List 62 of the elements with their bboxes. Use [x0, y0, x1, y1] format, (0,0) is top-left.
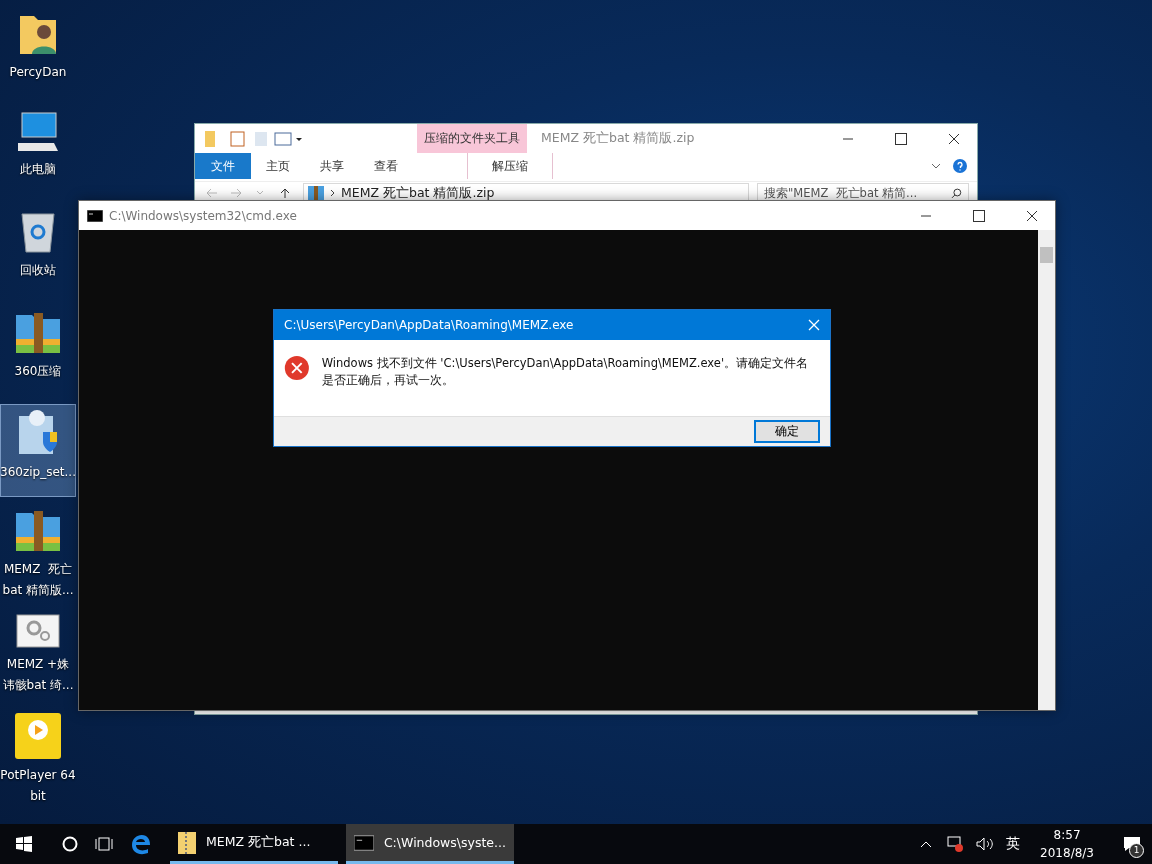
- desktop-icon-label: bat 精简版...: [2, 582, 74, 599]
- zipped-folder-icon: [178, 831, 196, 854]
- desktop-icon[interactable]: 回收站: [0, 206, 76, 299]
- gear-document-icon: [16, 614, 60, 648]
- ribbon-tab[interactable]: 解压缩: [467, 153, 553, 179]
- chevron-right-icon: [330, 189, 335, 197]
- desktop-icon[interactable]: MEMZ 死亡 bat 精简版...: [0, 503, 76, 604]
- ribbon-tab[interactable]: 查看: [359, 153, 413, 179]
- contextual-tab-group: 压缩的文件夹工具: [417, 124, 527, 153]
- scrollbar[interactable]: [1038, 230, 1055, 710]
- search-circle-icon[interactable]: [62, 836, 78, 852]
- desktop-icon-label: 360压缩: [14, 363, 62, 380]
- chevron-down-icon[interactable]: [931, 163, 941, 169]
- desktop-icon-label: MEMZ 死亡: [3, 561, 73, 578]
- taskbar-app[interactable]: MEMZ 死亡bat ...: [170, 824, 338, 864]
- desktop-icon[interactable]: PercyDan: [0, 8, 76, 101]
- close-icon[interactable]: [948, 132, 960, 145]
- notification-center[interactable]: 1: [1112, 824, 1152, 864]
- error-message: Windows 找不到文件 'C:\Users\PercyDan\AppData\Roaming\MEMZ.exe'。请确定文件名是否正确后，再试一次。: [321, 355, 810, 389]
- computer-icon: [16, 111, 60, 153]
- clock[interactable]: 8:57 2018/8/3: [1040, 826, 1094, 862]
- maximize-icon[interactable]: [895, 132, 907, 145]
- desktop-icon[interactable]: MEMZ +姝 讳骸bat 绮...: [0, 610, 76, 703]
- desktop-icon[interactable]: 此电脑: [0, 107, 76, 200]
- desktop-icon[interactable]: 360zip_set...: [0, 404, 76, 497]
- maximize-icon[interactable]: [973, 209, 985, 222]
- search-icon: [951, 187, 962, 199]
- desktop-icon-label: MEMZ +姝: [6, 656, 70, 673]
- console-icon: [87, 209, 103, 222]
- search-field[interactable]: 搜索"MEMZ 死亡bat 精简...: [757, 183, 969, 203]
- notification-count: 1: [1129, 843, 1144, 858]
- help-icon[interactable]: [953, 159, 967, 173]
- desktop-icon[interactable]: 360压缩: [0, 305, 76, 398]
- desktop-icon-label: PotPlayer 64: [0, 767, 76, 784]
- speaker-icon[interactable]: [976, 837, 995, 851]
- dialog-title: C:\Users\PercyDan\AppData\Roaming\MEMZ.exe: [284, 318, 574, 332]
- desktop-icon-label: 讳骸bat 绮...: [2, 677, 74, 694]
- desktop-icon-label: 360zip_set...: [0, 464, 76, 481]
- player-app-icon: [15, 713, 61, 759]
- chevron-up-icon[interactable]: [920, 840, 933, 848]
- windows-start-icon[interactable]: [16, 836, 32, 852]
- window-title: MEMZ 死亡bat 精简版.zip: [541, 130, 696, 147]
- input-method-indicator[interactable]: 英: [1006, 835, 1021, 853]
- window-title: C:\Windows\system32\cmd.exe: [109, 208, 297, 223]
- address-path: MEMZ 死亡bat 精简版.zip: [341, 184, 495, 202]
- desktop-icon-label: PercyDan: [9, 64, 67, 81]
- taskbar-app[interactable]: C:\Windows\syste...: [346, 824, 514, 864]
- file-tab[interactable]: 文件: [195, 153, 251, 179]
- task-view-icon[interactable]: [94, 837, 114, 851]
- console-icon: [354, 834, 374, 851]
- network-disconnected-icon[interactable]: [944, 836, 965, 852]
- desktop-icon-label: 此电脑: [20, 161, 56, 178]
- close-icon[interactable]: [1026, 209, 1038, 222]
- archive-icon: [308, 186, 324, 200]
- desktop-icon[interactable]: PotPlayer 64 bit: [0, 709, 76, 810]
- recycle-bin-icon: [20, 210, 56, 254]
- browser-e-icon[interactable]: [130, 833, 152, 855]
- desktop-icon-label: bit: [30, 788, 46, 805]
- ribbon-tab[interactable]: 共享: [305, 153, 359, 179]
- desktop-icon-label: 回收站: [20, 262, 56, 279]
- ok-button[interactable]: 确定: [754, 420, 820, 443]
- ribbon-tab[interactable]: 主页: [251, 153, 305, 179]
